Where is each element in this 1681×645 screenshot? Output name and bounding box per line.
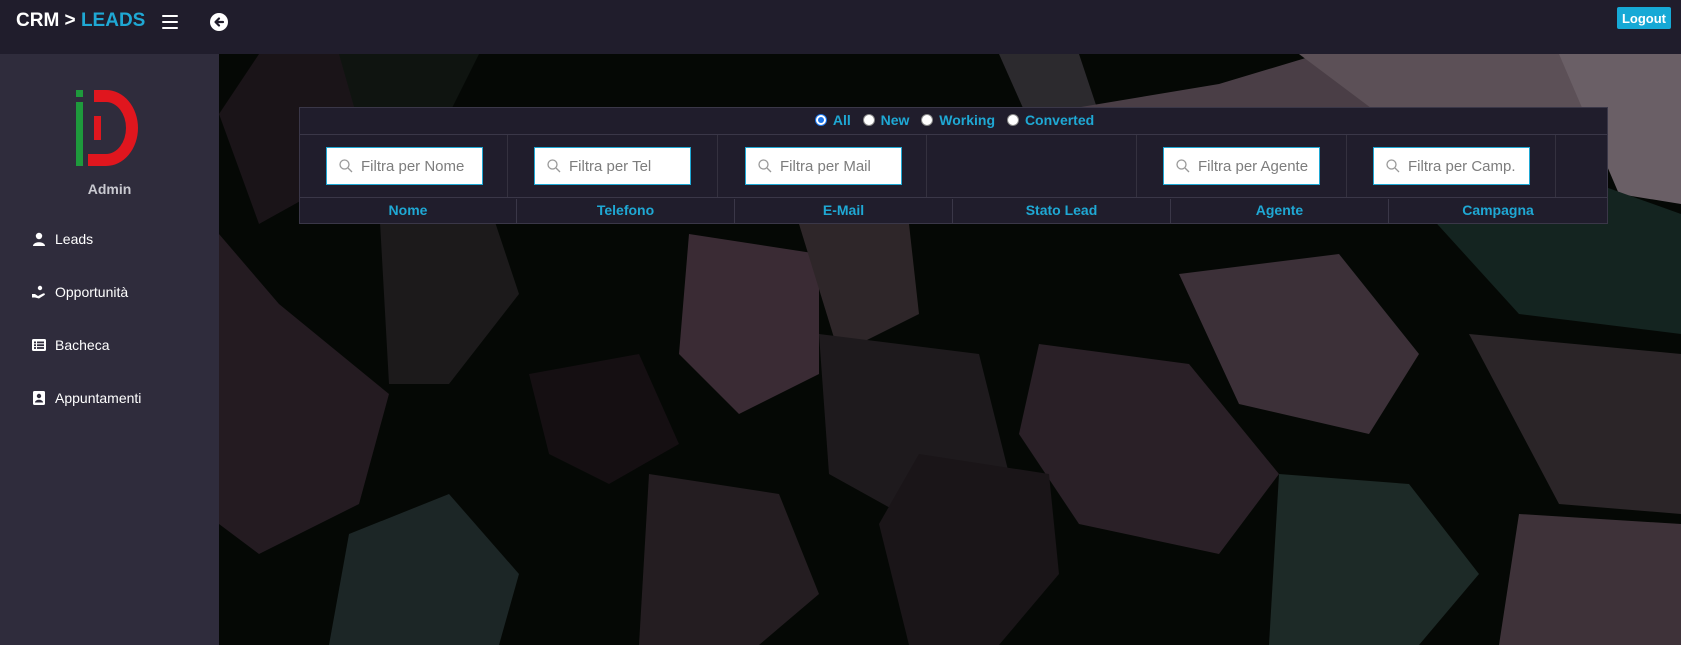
brand-logo [76,90,138,166]
breadcrumb: CRM > LEADS [16,10,145,32]
status-option-label: Converted [1024,112,1095,128]
breadcrumb-current: LEADS [80,10,146,31]
nome-filter-input[interactable] [361,157,476,175]
nome-filter-field[interactable] [326,147,483,185]
user-icon [33,232,45,246]
column-header-stato-lead[interactable]: Stato Lead [953,199,1171,223]
column-header-campagna[interactable]: Campagna [1389,199,1607,223]
campagna-filter-field[interactable] [1373,147,1530,185]
sidebar-item-opportunita[interactable]: Opportunità [32,281,128,303]
column-header-telefono[interactable]: Telefono [517,199,735,223]
column-header-nome[interactable]: Nome [300,199,517,223]
arrow-left-circle-icon[interactable] [210,13,228,31]
contact-card-icon [33,391,45,405]
leads-panel: All New Working Converted Filtra per Nom… [299,107,1608,224]
status-radio-new[interactable]: New [862,112,910,128]
user-label: Admin [87,181,132,197]
search-icon [1176,159,1190,173]
filter-cell-nome [300,135,508,197]
sidebar-item-label: Opportunità [55,284,129,300]
status-filter: All New Working Converted [300,112,1609,129]
mail-filter-input[interactable] [780,157,895,175]
breadcrumb-root: CRM > [16,10,81,31]
status-option-label: Working [939,112,996,128]
hand-holding-icon [32,285,45,299]
search-icon [758,159,772,173]
sidebar-item-label: Appuntamenti [55,390,142,406]
status-option-label: All [832,112,851,128]
sidebar-item-bacheca[interactable]: Bacheca [32,334,109,356]
filter-cell-stato [927,135,1137,197]
agente-filter-field[interactable] [1163,147,1320,185]
filter-cell-campagna [1347,135,1556,197]
search-icon [339,159,353,173]
sidebar: Admin Leads Opportunità Bacheca Appuntam… [0,54,219,645]
column-header-email[interactable]: E-Mail [735,199,953,223]
filter-cell-email [718,135,927,197]
status-radio-converted[interactable]: Converted [1006,112,1095,128]
sidebar-item-appuntamenti[interactable]: Appuntamenti [32,387,141,409]
filter-cell-telefono [508,135,718,197]
hamburger-icon[interactable] [162,15,178,29]
search-icon [1386,159,1400,173]
mail-filter-field[interactable] [745,147,902,185]
filter-cell-agente [1137,135,1347,197]
logout-button[interactable]: Logout [1617,7,1671,29]
tel-filter-input[interactable] [569,157,684,175]
sidebar-item-label: Leads [55,231,94,247]
top-bar: CRM > LEADS Logout [0,0,1681,54]
agente-filter-input[interactable] [1198,157,1313,175]
status-radio-working[interactable]: Working [921,112,995,128]
filter-row [300,134,1607,198]
table-header: Nome Telefono E-Mail Stato Lead Agente C… [300,199,1607,223]
tel-filter-field[interactable] [534,147,691,185]
search-icon [547,159,561,173]
campagna-filter-input[interactable] [1408,157,1523,175]
status-radio-all[interactable]: All [814,112,851,128]
status-option-label: New [880,112,910,128]
column-header-agente[interactable]: Agente [1171,199,1389,223]
list-icon [32,339,46,351]
sidebar-item-leads[interactable]: Leads [32,228,93,250]
sidebar-item-label: Bacheca [55,337,110,353]
